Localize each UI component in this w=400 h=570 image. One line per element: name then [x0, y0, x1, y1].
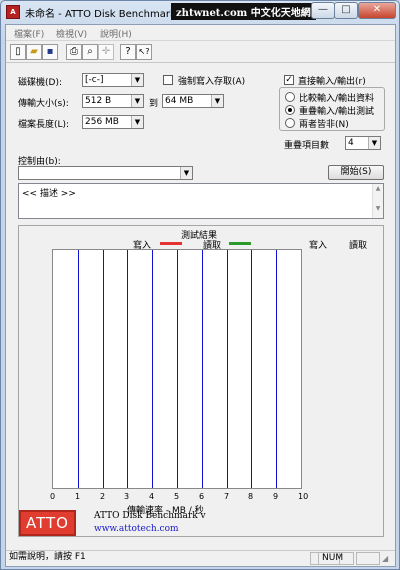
chevron-down-icon: ▼ — [131, 116, 143, 128]
x-tick-label: 6 — [199, 492, 205, 501]
scroll-up-icon[interactable]: ▲ — [373, 185, 383, 192]
legend-write-swatch — [160, 242, 182, 245]
x-tick-label: 1 — [75, 492, 81, 501]
x-tick-label: 7 — [224, 492, 230, 501]
queue-depth-value: 4 — [348, 138, 354, 148]
client-area: 檔案(F) 檢視(V) 說明(H) ▯ ▰ ▪ ⎙ ⌕ ✛ ? ↖? 磁碟機(D… — [5, 24, 396, 567]
watermark-banner: zhtwnet.com 中文化天地網 — [171, 3, 316, 20]
x-tick-label: 0 — [50, 492, 56, 501]
x-tick-label: 2 — [100, 492, 106, 501]
window-title: 未命名 - ATTO Disk Benchmark — [25, 9, 176, 20]
radio-overlap[interactable] — [285, 105, 295, 115]
radio-neither[interactable] — [285, 118, 295, 128]
print-preview-icon[interactable]: ⌕ — [82, 44, 98, 60]
x-tick-label: 9 — [273, 492, 279, 501]
scroll-down-icon[interactable]: ▼ — [373, 205, 383, 212]
test-results-panel: 測試結果 寫入 讀取 寫入 讀取 0 1 2 3 4 5 6 7 8 9 10 傳輸速率 - MB … — [18, 225, 384, 537]
chevron-down-icon: ▼ — [131, 95, 143, 107]
print-icon[interactable]: ⎙ — [66, 44, 82, 60]
status-help-text: 如需說明，請按 F1 — [9, 552, 86, 562]
start-button[interactable]: 開始(S) — [328, 165, 384, 180]
grid-line — [251, 250, 252, 488]
app-window: A 未命名 - ATTO Disk Benchmark zhtwnet.com … — [0, 0, 400, 570]
grid-line — [202, 250, 203, 488]
force-write-label: 強制寫入存取(A) — [178, 77, 246, 87]
radio-overlap-label: 重疊輸入/輸出測試 — [299, 107, 375, 117]
status-bar: 如需說明，請按 F1 NUM ◢ — [6, 550, 395, 566]
drive-label: 磁碟機(D): — [18, 78, 62, 88]
queue-depth-select[interactable]: 4 ▼ — [345, 136, 381, 150]
x-tick-label: 10 — [298, 492, 309, 501]
website-link[interactable]: www.attotech.com — [94, 524, 179, 534]
grid-line — [78, 250, 79, 488]
legend-read-swatch — [229, 242, 251, 245]
help-icon[interactable]: ? — [120, 44, 136, 60]
x-tick-label: 5 — [174, 492, 180, 501]
chevron-down-icon: ▼ — [368, 137, 380, 149]
column-write-header: 寫入 — [309, 241, 328, 251]
transfer-from-value: 512 B — [85, 96, 112, 106]
context-help-icon[interactable]: ↖? — [136, 44, 152, 60]
toolbar: ▯ ▰ ▪ ⎙ ⌕ ✛ ? ↖? — [6, 41, 395, 63]
queue-depth-label: 重疊項目數 — [284, 141, 330, 151]
to-label: 到 — [149, 99, 159, 109]
column-read-header: 讀取 — [349, 241, 368, 251]
menu-file[interactable]: 檔案(F) — [14, 27, 44, 40]
transfer-to-value: 64 MB — [165, 96, 194, 106]
grid-line — [177, 250, 178, 488]
close-button[interactable]: ✕ — [358, 2, 396, 19]
transfer-rate-chart — [52, 249, 302, 489]
radio-neither-label: 兩者皆非(N) — [299, 120, 349, 130]
atto-logo: ATTO — [19, 510, 76, 536]
status-scroll-pane — [356, 552, 380, 565]
direct-io-label: 直接輸入/輸出(r) — [298, 77, 366, 87]
file-length-value: 256 MB — [85, 117, 119, 127]
save-icon[interactable]: ▪ — [42, 44, 58, 60]
open-folder-icon[interactable]: ▰ — [26, 44, 42, 60]
title-bar[interactable]: A 未命名 - ATTO Disk Benchmark zhtwnet.com … — [1, 1, 399, 23]
grid-line — [276, 250, 277, 488]
menu-bar: 檔案(F) 檢視(V) 說明(H) — [6, 25, 395, 41]
atto-app-icon[interactable]: A — [6, 5, 20, 19]
grid-line — [103, 250, 104, 488]
file-length-select[interactable]: 256 MB ▼ — [82, 115, 144, 129]
x-tick-label: 4 — [149, 492, 155, 501]
menu-help[interactable]: 說明(H) — [100, 27, 132, 40]
x-tick-label: 3 — [124, 492, 130, 501]
grid-line — [227, 250, 228, 488]
transfer-to-select[interactable]: 64 MB ▼ — [162, 94, 224, 108]
direct-io-checkbox[interactable]: ✓ — [284, 75, 294, 85]
new-file-icon[interactable]: ▯ — [10, 44, 26, 60]
x-tick-label: 8 — [248, 492, 254, 501]
drive-select[interactable]: [-c-] ▼ — [82, 73, 144, 87]
file-length-label: 檔案長度(L): — [18, 120, 70, 130]
chevron-down-icon: ▼ — [211, 95, 223, 107]
resize-grip-icon[interactable]: ◢ — [382, 554, 392, 564]
minimize-button[interactable]: — — [311, 2, 335, 19]
chevron-down-icon: ▼ — [180, 167, 192, 179]
radio-compare[interactable] — [285, 92, 295, 102]
grid-line — [127, 250, 128, 488]
drive-value: [-c-] — [85, 75, 104, 85]
move-icon: ✛ — [98, 44, 114, 60]
radio-compare-label: 比較輸入/輸出資料 — [299, 94, 375, 104]
menu-view[interactable]: 檢視(V) — [56, 27, 87, 40]
chevron-down-icon: ▼ — [131, 74, 143, 86]
status-num-indicator: NUM — [318, 552, 354, 565]
product-name: ATTO Disk Benchmark v — [94, 511, 206, 521]
grid-line — [152, 250, 153, 488]
force-write-checkbox[interactable] — [163, 75, 173, 85]
description-text: << 描述 >> — [22, 189, 76, 199]
description-box[interactable]: << 描述 >> ▲ ▼ — [18, 183, 384, 219]
description-scrollbar[interactable]: ▲ ▼ — [372, 184, 383, 218]
transfer-size-label: 傳輸大小(s): — [18, 99, 69, 109]
transfer-from-select[interactable]: 512 B ▼ — [82, 94, 144, 108]
maximize-button[interactable]: □ — [334, 2, 358, 19]
controlled-by-select[interactable]: ▼ — [18, 166, 193, 180]
